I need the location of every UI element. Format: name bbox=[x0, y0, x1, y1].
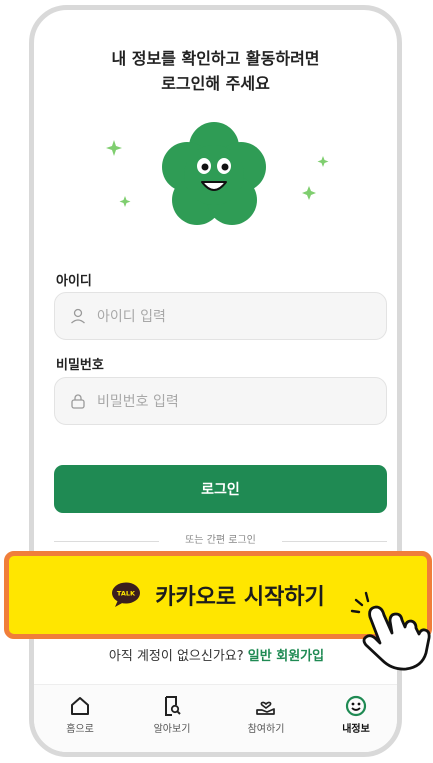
tab-participate-label: 참여하기 bbox=[247, 724, 285, 735]
user-icon bbox=[71, 308, 85, 324]
sparkle-icon bbox=[106, 140, 122, 156]
search-doc-icon bbox=[165, 696, 181, 716]
tab-my-info-label: 내정보 bbox=[342, 724, 370, 735]
smile-icon bbox=[345, 695, 367, 717]
tab-home[interactable]: 홈으로 bbox=[50, 695, 110, 735]
password-input[interactable] bbox=[95, 390, 369, 414]
lock-icon bbox=[71, 394, 85, 409]
easy-login-divider: 또는 간편 로그인 bbox=[54, 534, 387, 548]
title-line-1: 내 정보를 확인하고 활동하려면 bbox=[111, 49, 320, 68]
tab-my-info[interactable]: 내정보 bbox=[326, 695, 386, 735]
clover-body bbox=[162, 122, 266, 225]
home-icon bbox=[71, 697, 89, 715]
bottom-tab-bar: 홈으로 알아보기 참여하기 내정보 bbox=[34, 684, 397, 752]
kakao-talk-text: TALK bbox=[117, 590, 136, 598]
hand-heart-icon bbox=[256, 701, 275, 715]
kakao-talk-icon: TALK bbox=[112, 582, 141, 607]
tap-hand-icon bbox=[350, 591, 431, 671]
kakao-login-label: 카카오로 시작하기 bbox=[155, 585, 325, 610]
id-input[interactable] bbox=[95, 305, 369, 329]
page-title: 내 정보를 확인하고 활동하려면 로그인해 주세요 bbox=[34, 46, 397, 96]
title-line-2: 로그인해 주세요 bbox=[161, 74, 270, 93]
sparkle-icon bbox=[119, 196, 131, 207]
password-label: 비밀번호 bbox=[56, 358, 104, 373]
tab-explore-label: 알아보기 bbox=[153, 724, 191, 735]
sparkle-icon bbox=[317, 156, 329, 167]
id-label: 아이디 bbox=[56, 274, 92, 289]
divider-text: 또는 간편 로그인 bbox=[185, 535, 256, 546]
login-button[interactable]: 로그인 bbox=[54, 465, 387, 513]
clover-mascot-illustration bbox=[106, 122, 329, 225]
tab-explore[interactable]: 알아보기 bbox=[142, 695, 202, 735]
tab-participate[interactable]: 참여하기 bbox=[236, 695, 296, 735]
tab-home-label: 홈으로 bbox=[66, 724, 94, 735]
signup-link[interactable]: 일반 회원가입 bbox=[248, 649, 324, 664]
signup-prompt: 아직 계정이 없으신가요? bbox=[108, 649, 244, 664]
password-field[interactable] bbox=[54, 377, 387, 425]
sparkle-icon bbox=[302, 186, 316, 200]
id-field[interactable] bbox=[54, 292, 387, 340]
